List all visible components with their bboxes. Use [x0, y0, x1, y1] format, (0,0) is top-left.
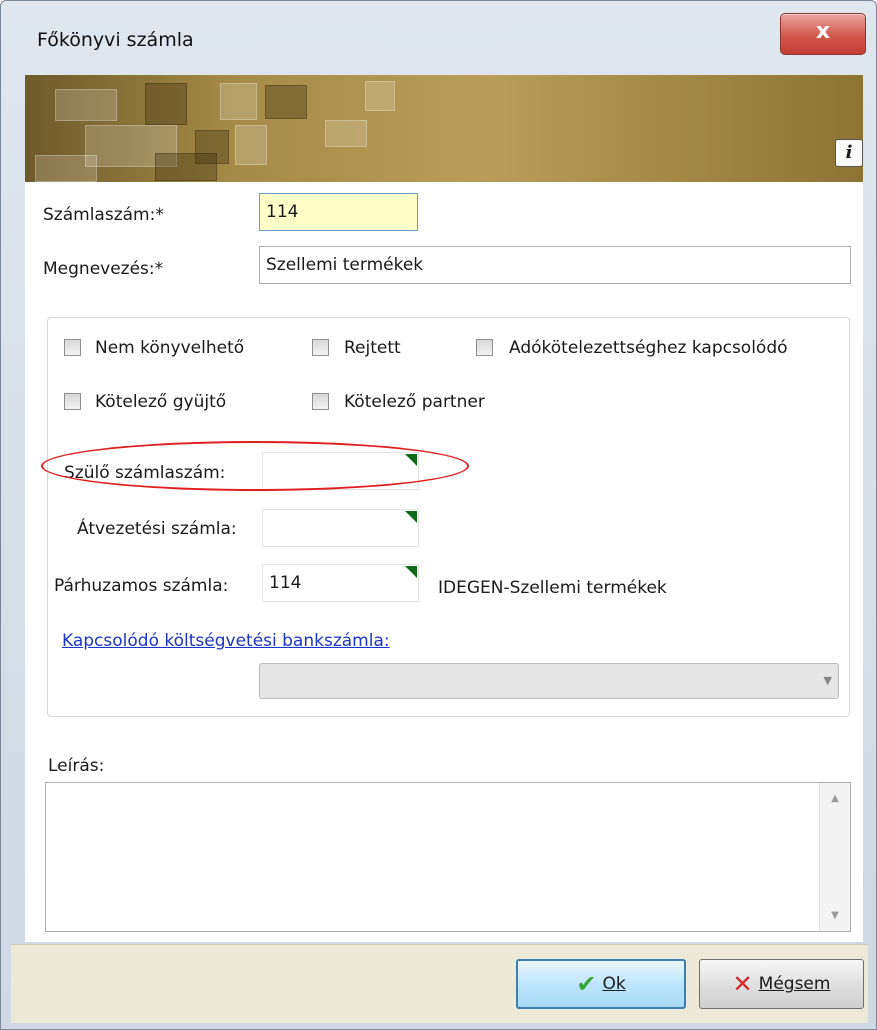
mandatory-collector-label: Kötelező gyüjtő [95, 392, 227, 412]
transfer-account-input[interactable] [262, 509, 419, 547]
parallel-account-label: Párhuzamos számla: [54, 576, 229, 596]
mandatory-collector-checkbox[interactable] [64, 393, 81, 410]
lookup-marker-icon [405, 566, 417, 578]
hidden-label: Rejtett [344, 338, 401, 358]
not-bookable-label: Nem könyvelhető [95, 338, 245, 358]
header-banner [25, 75, 863, 182]
name-input[interactable]: Szellemi termékek [259, 246, 851, 284]
budget-bank-account-link[interactable]: Kapcsolódó költségvetési bankszámla: [62, 631, 390, 651]
description-label: Leírás: [48, 756, 105, 776]
options-group [47, 317, 850, 717]
tax-related-label: Adókötelezettséghez kapcsolódó [509, 338, 788, 358]
parallel-account-value: 114 [269, 573, 302, 593]
cancel-button[interactable]: ✕ Mégsem [699, 959, 864, 1009]
ok-label: Ok [602, 974, 626, 994]
transfer-account-label: Átvezetési számla: [77, 519, 237, 539]
highlight-ellipse [41, 441, 469, 491]
budget-bank-account-select[interactable]: ▼ [259, 663, 839, 699]
checkmark-icon: ✔ [576, 970, 597, 998]
not-bookable-checkbox[interactable] [64, 339, 81, 356]
dialog-window: Főkönyvi számla x i Számlaszám:* 114 Meg… [0, 0, 877, 1030]
mandatory-partner-label: Kötelező partner [344, 392, 485, 412]
tax-related-checkbox[interactable] [476, 339, 493, 356]
button-bar: ✔ Ok ✕ Mégsem [11, 944, 868, 1023]
chevron-down-icon[interactable]: ▼ [824, 674, 832, 687]
account-number-input[interactable]: 114 [259, 193, 418, 231]
parallel-account-description: IDEGEN-Szellemi termékek [438, 578, 667, 598]
mandatory-partner-checkbox[interactable] [312, 393, 329, 410]
close-button[interactable]: x [780, 13, 866, 55]
description-scrollbar[interactable]: ▲ ▼ [819, 783, 850, 931]
close-icon: x [815, 19, 831, 44]
description-textarea[interactable]: ▲ ▼ [45, 782, 851, 932]
scroll-up-icon[interactable]: ▲ [820, 793, 850, 804]
name-label: Megnevezés:* [43, 259, 164, 279]
ok-button[interactable]: ✔ Ok [516, 959, 686, 1009]
parallel-account-input[interactable]: 114 [262, 564, 419, 602]
lookup-marker-icon [405, 511, 417, 523]
account-number-label: Számlaszám:* [43, 205, 164, 225]
cross-icon: ✕ [732, 970, 753, 998]
cancel-label: Mégsem [758, 974, 831, 994]
window-title: Főkönyvi számla [37, 29, 194, 51]
scroll-down-icon[interactable]: ▼ [820, 910, 850, 921]
title-bar[interactable]: Főkönyvi számla x [1, 1, 876, 75]
hidden-checkbox[interactable] [312, 339, 329, 356]
info-icon[interactable]: i [835, 139, 863, 167]
